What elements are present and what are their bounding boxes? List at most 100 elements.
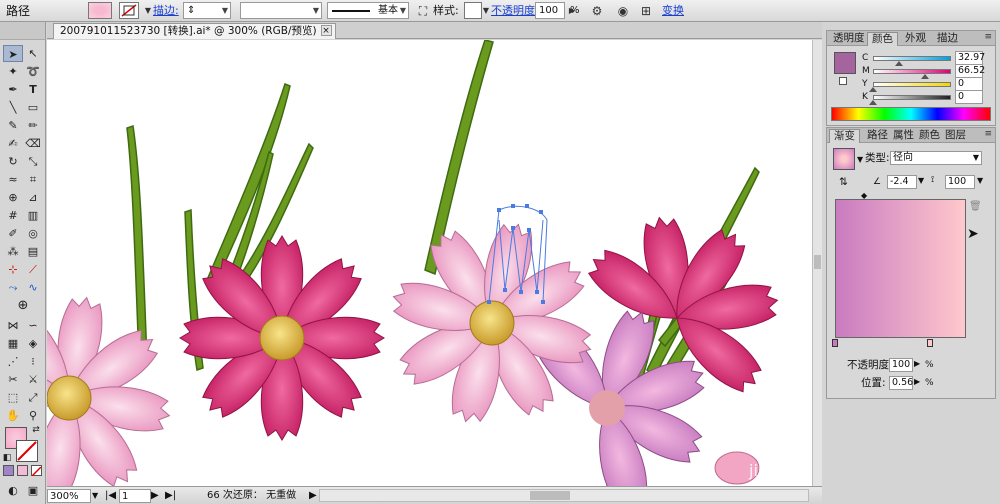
close-icon[interactable]: × bbox=[320, 25, 332, 36]
eraser-tool-icon[interactable]: ⌫ bbox=[23, 135, 43, 152]
paintbrush-tool-icon[interactable]: ✎ bbox=[3, 117, 23, 134]
resize-icon[interactable]: ⛶ bbox=[414, 2, 432, 20]
crosshair-icon[interactable]: ⊕ bbox=[13, 297, 33, 314]
channel-slider-knob[interactable] bbox=[894, 61, 903, 66]
status-menu-icon[interactable]: ▶ bbox=[309, 489, 317, 502]
chevron-right-icon[interactable]: ▶ bbox=[914, 375, 920, 388]
tab-attributes[interactable]: 属性 bbox=[889, 129, 918, 143]
chart-tool-icon[interactable]: ⋰ bbox=[3, 353, 23, 370]
chevron-down-icon[interactable]: ▼ bbox=[92, 489, 98, 502]
gradient-preview[interactable] bbox=[835, 199, 966, 338]
color-spectrum-bar[interactable] bbox=[831, 107, 991, 121]
live-paint-select-icon[interactable]: ◈ bbox=[23, 335, 43, 352]
blend-options-icon[interactable]: ⁝ bbox=[23, 353, 43, 370]
gradient-mode-button[interactable] bbox=[17, 465, 28, 476]
lasso-tool-icon[interactable]: ➰ bbox=[23, 63, 43, 80]
gradient-type-select[interactable]: 径向 ▼ bbox=[890, 151, 982, 165]
blob-brush-tool-icon[interactable]: ✍ bbox=[3, 135, 23, 152]
selection-tool-icon[interactable]: ➤ bbox=[3, 45, 23, 62]
gradient-stop-start[interactable] bbox=[832, 339, 838, 347]
chevron-down-icon[interactable]: ▼ bbox=[857, 153, 863, 166]
document-tab[interactable]: 200791011523730 [转换].ai* @ 300% (RGB/预览)… bbox=[53, 23, 336, 39]
opacity-link[interactable]: 不透明度: bbox=[491, 2, 539, 20]
tab-layers[interactable]: 图层 bbox=[941, 129, 970, 143]
scale-tool-icon[interactable]: ⤡ bbox=[23, 153, 43, 170]
panel-menu-icon[interactable]: ≡ bbox=[984, 32, 992, 42]
toolbox-grip[interactable] bbox=[0, 22, 45, 40]
stop-location-input[interactable]: 0.56 bbox=[889, 376, 913, 390]
slice-tool-icon[interactable]: ⟋ bbox=[23, 261, 43, 278]
knife-tool-icon[interactable]: ⚔ bbox=[23, 371, 43, 388]
print-tiling-tool-icon[interactable]: ⤢ bbox=[23, 389, 43, 406]
warp-tool-icon[interactable]: ≈ bbox=[3, 171, 23, 188]
live-paint-tool-icon[interactable]: ▦ bbox=[3, 335, 23, 352]
channel-slider-knob[interactable] bbox=[869, 100, 877, 105]
rotate-tool-icon[interactable]: ↻ bbox=[3, 153, 23, 170]
channel-value-m[interactable]: 66.52 bbox=[955, 64, 985, 78]
stroke-swatch[interactable] bbox=[119, 2, 139, 19]
brush-definition-dropdown[interactable]: 基本 ▼ bbox=[327, 2, 409, 19]
eyedropper-tool-icon[interactable]: ✐ bbox=[3, 225, 23, 242]
artboard-canvas[interactable]: jingyan bbox=[47, 40, 812, 486]
envelope-tool-icon[interactable]: ⋈ bbox=[3, 317, 23, 334]
width-tool-icon[interactable]: ⤳ bbox=[3, 279, 23, 296]
variable-width-dropdown[interactable]: ▼ bbox=[240, 2, 322, 19]
mesh-tool-icon[interactable]: # bbox=[3, 207, 23, 224]
gradient-stop-end[interactable] bbox=[927, 339, 933, 347]
screen-mode-icon[interactable]: ▣ bbox=[23, 482, 43, 499]
stroke-color-box[interactable] bbox=[16, 440, 38, 462]
chevron-down-icon[interactable]: ▼ bbox=[918, 174, 924, 187]
stop-opacity-input[interactable]: 100 bbox=[889, 358, 913, 372]
tab-stroke[interactable]: 描边 bbox=[933, 32, 962, 46]
channel-slider-knob[interactable] bbox=[869, 87, 877, 92]
vertical-scrollbar[interactable] bbox=[812, 40, 822, 486]
zoom-field[interactable]: 300% bbox=[47, 489, 91, 503]
crop-area-tool-icon[interactable]: ⬚ bbox=[3, 389, 23, 406]
tab-color-guide[interactable]: 颜色 bbox=[915, 129, 944, 143]
perspective-grid-tool-icon[interactable]: ⊿ bbox=[23, 189, 43, 206]
opacity-input[interactable]: 100 bbox=[535, 2, 565, 19]
rectangle-tool-icon[interactable]: ▭ bbox=[23, 99, 43, 116]
tab-gradient[interactable]: 渐变 bbox=[829, 129, 860, 143]
chevron-right-icon[interactable]: ▶ bbox=[914, 357, 920, 370]
channel-value-c[interactable]: 32.97 bbox=[955, 51, 985, 65]
chevron-down-icon[interactable]: ▼ bbox=[977, 174, 983, 187]
channel-slider-knob[interactable] bbox=[920, 74, 929, 79]
type-tool-icon[interactable]: T bbox=[23, 81, 43, 98]
channel-slider-y[interactable] bbox=[873, 82, 951, 87]
first-artboard-icon[interactable]: |◀ bbox=[105, 489, 116, 502]
distort-tool-icon[interactable]: ∽ bbox=[23, 317, 43, 334]
none-mode-button[interactable] bbox=[31, 465, 42, 477]
last-artboard-icon[interactable]: ▶| bbox=[165, 489, 176, 502]
free-transform-tool-icon[interactable]: ⌗ bbox=[23, 171, 43, 188]
transform-link[interactable]: 变换 bbox=[662, 2, 684, 20]
gradient-tool-icon[interactable]: ▥ bbox=[23, 207, 43, 224]
stroke-link[interactable]: 描边: bbox=[153, 2, 179, 20]
direct-selection-tool-icon[interactable]: ↖ bbox=[23, 45, 43, 62]
select-similar-icon[interactable]: ⚙ bbox=[588, 2, 606, 20]
align-icon[interactable]: ⊞ bbox=[637, 2, 655, 20]
channel-slider-m[interactable] bbox=[873, 69, 951, 74]
artboard-number-field[interactable]: 1 bbox=[119, 489, 151, 503]
tab-pathfinder[interactable]: 路径 bbox=[863, 129, 892, 143]
tab-color[interactable]: 颜色 bbox=[867, 32, 898, 46]
pen-tool-icon[interactable]: ✒ bbox=[3, 81, 23, 98]
tab-appearance[interactable]: 外观 bbox=[901, 32, 930, 46]
magic-wand-tool-icon[interactable]: ✦ bbox=[3, 63, 23, 80]
aspect-ratio-input[interactable]: 100 bbox=[945, 175, 975, 189]
recolor-icon[interactable]: ◉ bbox=[614, 2, 632, 20]
horizontal-scrollbar[interactable] bbox=[319, 489, 809, 502]
symbol-sprayer-tool-icon[interactable]: ⁂ bbox=[3, 243, 23, 260]
channel-value-k[interactable]: 0 bbox=[955, 90, 983, 104]
reverse-gradient-icon[interactable]: ⇅ bbox=[839, 176, 848, 189]
color-mode-button[interactable] bbox=[3, 465, 14, 476]
scroll-thumb[interactable] bbox=[814, 255, 821, 269]
delete-stop-icon[interactable]: 🗑 bbox=[969, 200, 982, 213]
next-artboard-icon[interactable]: ▶ bbox=[151, 489, 159, 502]
pencil-tool-icon[interactable]: ✏ bbox=[23, 117, 43, 134]
line-tool-icon[interactable]: ╲ bbox=[3, 99, 23, 116]
angle-input[interactable]: -2.4 bbox=[887, 175, 917, 189]
fill-swatch[interactable] bbox=[88, 2, 112, 19]
draw-normal-icon[interactable]: ◐ bbox=[3, 482, 23, 499]
color-swatch[interactable] bbox=[834, 52, 856, 74]
